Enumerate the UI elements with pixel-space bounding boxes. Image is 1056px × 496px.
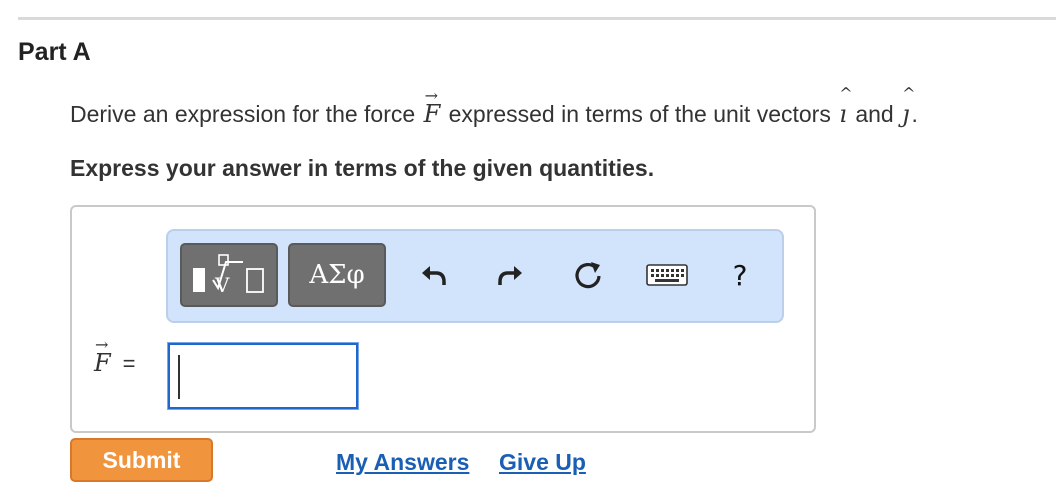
question-suffix: .	[911, 101, 918, 127]
vector-arrow-icon: →	[95, 335, 109, 354]
equals-sign: =	[122, 351, 136, 376]
part-title: Part A	[18, 38, 91, 66]
math-templates-icon: V	[193, 254, 264, 297]
question-conjunction: and	[855, 101, 894, 127]
top-divider	[18, 17, 1056, 20]
text-caret	[178, 355, 180, 399]
force-vector-symbol: → F	[423, 86, 441, 128]
hat-icon: ^	[839, 84, 853, 103]
unit-vector-i: ^ ı	[839, 84, 853, 128]
undo-icon	[422, 266, 446, 285]
give-up-link[interactable]: Give Up	[499, 449, 586, 476]
question-text: Derive an expression for the force → F ex…	[70, 84, 918, 128]
redo-icon	[498, 266, 522, 285]
undo-button[interactable]	[412, 253, 456, 297]
answer-box: V ΑΣφ ? → F =	[70, 205, 816, 433]
vector-arrow-icon: →	[424, 86, 438, 105]
keyboard-button[interactable]	[642, 253, 692, 297]
greek-symbols-button[interactable]: ΑΣφ	[288, 243, 386, 307]
question-prefix: Derive an expression for the force	[70, 101, 416, 127]
svg-text:V: V	[214, 273, 230, 297]
my-answers-link[interactable]: My Answers	[336, 449, 469, 476]
redo-button[interactable]	[488, 253, 532, 297]
answer-force-symbol: → F	[94, 335, 111, 377]
submit-button[interactable]: Submit	[70, 438, 213, 482]
answer-label: → F =	[92, 335, 136, 377]
unit-vector-j: ^ ȷ	[902, 84, 916, 128]
math-toolbar: V ΑΣφ ?	[166, 229, 784, 323]
math-templates-button[interactable]: V	[180, 243, 278, 307]
reset-icon	[575, 262, 601, 289]
reset-button[interactable]	[566, 253, 610, 297]
hat-icon: ^	[902, 84, 916, 103]
keyboard-icon	[646, 264, 688, 286]
question-middle: expressed in terms of the unit vectors	[448, 101, 831, 127]
instruction-text: Express your answer in terms of the give…	[70, 155, 655, 181]
help-button[interactable]: ?	[718, 253, 762, 297]
answer-input[interactable]	[168, 343, 358, 409]
